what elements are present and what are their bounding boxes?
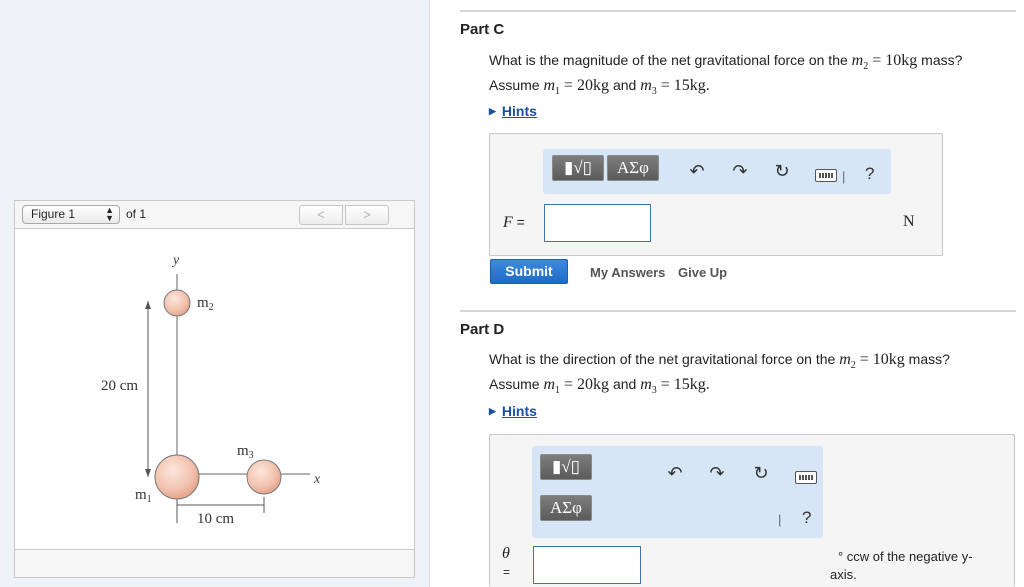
reset-icon[interactable]: ↻ (771, 161, 793, 183)
redo-icon[interactable]: ↷ (706, 463, 728, 485)
submit-button[interactable]: Submit (490, 259, 568, 284)
part-c-variable: F = (503, 214, 525, 231)
part-d-question-line2: Assume m1 = 20kg and m3 = 15kg. (489, 376, 710, 397)
mass-diagram: y x 20 cm 10 cm m2 m3 m1 (101, 253, 321, 527)
figure-canvas: y x 20 cm 10 cm m2 m3 m1 (14, 228, 415, 550)
template-button[interactable]: ▮√▯ (540, 454, 592, 480)
part-d-divider (460, 310, 1016, 312)
part-c-question-line1: What is the magnitude of the net gravita… (489, 52, 963, 73)
x-axis-label: x (313, 472, 321, 487)
part-c-hints-link[interactable]: ▶ Hints (489, 103, 537, 119)
m3-label: m3 (237, 443, 254, 461)
m2-label: m2 (197, 295, 214, 313)
toolbar-separator: | (842, 169, 846, 184)
triangle-right-icon: ▶ (489, 406, 496, 416)
part-c-question: What is the magnitude of the net gravita… (489, 51, 962, 101)
part-c-divider (460, 10, 1016, 12)
horizontal-distance-label: 10 cm (197, 511, 234, 527)
redo-icon[interactable]: ↷ (729, 161, 751, 183)
undo-icon[interactable]: ↶ (686, 161, 708, 183)
previous-figure-button[interactable]: < (299, 205, 343, 225)
figure-select[interactable]: Figure 1 ▲ ▼ (22, 205, 120, 224)
part-c-math-toolbar: ▮√▯ ΑΣφ ↶ ↷ ↻ | ? (543, 149, 891, 194)
help-icon[interactable]: ? (865, 164, 874, 184)
my-answers-button[interactable]: My Answers (590, 265, 665, 280)
mass-m2 (163, 289, 191, 317)
vertical-distance-label: 20 cm (101, 378, 138, 394)
m1-label: m1 (135, 487, 152, 505)
undo-icon[interactable]: ↶ (664, 463, 686, 485)
select-arrows-icon: ▲ ▼ (105, 205, 114, 223)
greek-symbols-button[interactable]: ΑΣφ (540, 495, 592, 521)
template-button[interactable]: ▮√▯ (552, 155, 604, 181)
keyboard-icon[interactable] (815, 169, 837, 182)
greek-symbols-button[interactable]: ΑΣφ (607, 155, 659, 181)
keyboard-icon[interactable] (795, 471, 817, 484)
part-c-answer-box: ▮√▯ ΑΣφ ↶ ↷ ↻ | ? F = N (489, 133, 943, 256)
part-d-hints-link[interactable]: ▶ Hints (489, 403, 537, 419)
part-d-unit: ° ccw of the negative y- axis. (830, 549, 973, 582)
part-c-title: Part C (460, 21, 505, 38)
figure-panel: Figure 1 ▲ ▼ of 1 < > y x 20 cm 10 cm m2… (0, 0, 430, 587)
next-figure-button[interactable]: > (345, 205, 389, 225)
toolbar-separator: | (778, 512, 782, 527)
part-c-unit: N (903, 213, 915, 230)
figure-toolbar: Figure 1 ▲ ▼ of 1 < > (14, 200, 415, 228)
y-axis-label: y (171, 253, 180, 268)
figure-select-label: Figure 1 (31, 207, 76, 221)
part-d-title: Part D (460, 321, 505, 338)
part-c-question-line2: Assume m1 = 20kg and m3 = 15kg. (489, 77, 710, 98)
mass-m3 (246, 459, 282, 495)
part-d-question: What is the direction of the net gravita… (489, 350, 950, 400)
part-d-variable: θ (502, 545, 510, 562)
figure-footer (14, 550, 415, 578)
help-icon[interactable]: ? (802, 508, 811, 528)
reset-icon[interactable]: ↻ (750, 463, 772, 485)
part-d-question-line1: What is the direction of the net gravita… (489, 351, 950, 372)
part-d-math-toolbar: ▮√▯ ΑΣφ ↶ ↷ ↻ | ? (532, 446, 823, 538)
triangle-right-icon: ▶ (489, 106, 496, 116)
part-d-answer-input[interactable] (533, 546, 641, 584)
figure-count: of 1 (126, 207, 147, 221)
part-c-answer-input[interactable] (544, 204, 651, 242)
part-d-answer-box: ▮√▯ ΑΣφ ↶ ↷ ↻ | ? θ = ° ccw of the negat… (489, 434, 1015, 587)
mass-m1 (154, 454, 200, 500)
give-up-button[interactable]: Give Up (678, 265, 727, 280)
part-d-equals: = (503, 565, 511, 579)
